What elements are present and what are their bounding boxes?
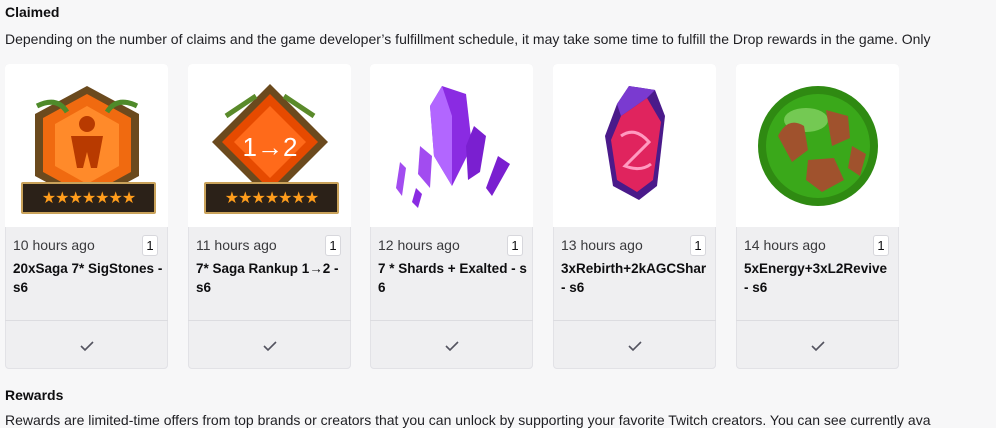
- drop-name: 5xEnergy+3xL2Revive - s6: [744, 261, 887, 295]
- drop-reward-image: [736, 64, 899, 227]
- star-rating: ★★★★★★★: [204, 182, 339, 214]
- pink-crystal-rebirth-icon: [604, 85, 665, 200]
- drop-reward-image: [370, 64, 533, 227]
- rankup-badge-text: 1→2: [242, 132, 297, 162]
- drop-card: 13 hours ago 1 3xRebirth+2kAGCShar - s6: [553, 64, 716, 369]
- divider: [553, 320, 716, 321]
- drop-card: ★★★★★★★ 10 hours ago 1 20xSaga 7* SigSto…: [5, 64, 168, 369]
- drop-reward-image: [553, 64, 716, 227]
- divider: [736, 320, 899, 321]
- claimed-section-description: Depending on the number of claims and th…: [5, 31, 931, 47]
- claim-time: 11 hours ago: [196, 237, 277, 253]
- star-rating: ★★★★★★★: [21, 182, 156, 214]
- drop-name: 3xRebirth+2kAGCShar - s6: [561, 261, 707, 295]
- claim-count-badge: 1: [142, 235, 158, 256]
- drop-name: 20xSaga 7* SigStones - s6: [13, 261, 163, 295]
- checkmark-icon: [736, 329, 899, 363]
- claim-time: 12 hours ago: [378, 237, 460, 253]
- checkmark-icon: [553, 329, 716, 363]
- divider: [5, 320, 168, 321]
- green-orb-energy-icon: [757, 85, 878, 206]
- drop-name: 7* Saga Rankup 1→2 - s6: [196, 261, 339, 295]
- drop-card: 1→2 ★★★★★★★ 11 hours ago 1 7* Saga Ranku…: [188, 64, 351, 369]
- checkmark-icon: [370, 329, 533, 363]
- drop-name: 7 * Shards + Exalted - s6: [378, 261, 527, 295]
- drop-card: 12 hours ago 1 7 * Shards + Exalted - s6: [370, 64, 533, 369]
- claim-time: 10 hours ago: [13, 237, 95, 253]
- rewards-section-title: Rewards: [5, 387, 64, 403]
- drop-reward-image: ★★★★★★★: [5, 64, 168, 227]
- claim-count-badge: 1: [507, 235, 523, 256]
- purple-crystal-shards-icon: [395, 85, 510, 208]
- claim-time: 14 hours ago: [744, 237, 826, 253]
- claim-count-badge: 1: [325, 235, 341, 256]
- drop-card: 14 hours ago 1 5xEnergy+3xL2Revive - s6: [736, 64, 899, 369]
- claimed-section-title: Claimed: [5, 4, 60, 20]
- divider: [188, 320, 351, 321]
- drop-reward-image: 1→2 ★★★★★★★: [188, 64, 351, 227]
- divider: [370, 320, 533, 321]
- rewards-section-description: Rewards are limited-time offers from top…: [5, 412, 931, 428]
- checkmark-icon: [5, 329, 168, 363]
- claim-count-badge: 1: [690, 235, 706, 256]
- claim-count-badge: 1: [873, 235, 889, 256]
- checkmark-icon: [188, 329, 351, 363]
- claim-time: 13 hours ago: [561, 237, 643, 253]
